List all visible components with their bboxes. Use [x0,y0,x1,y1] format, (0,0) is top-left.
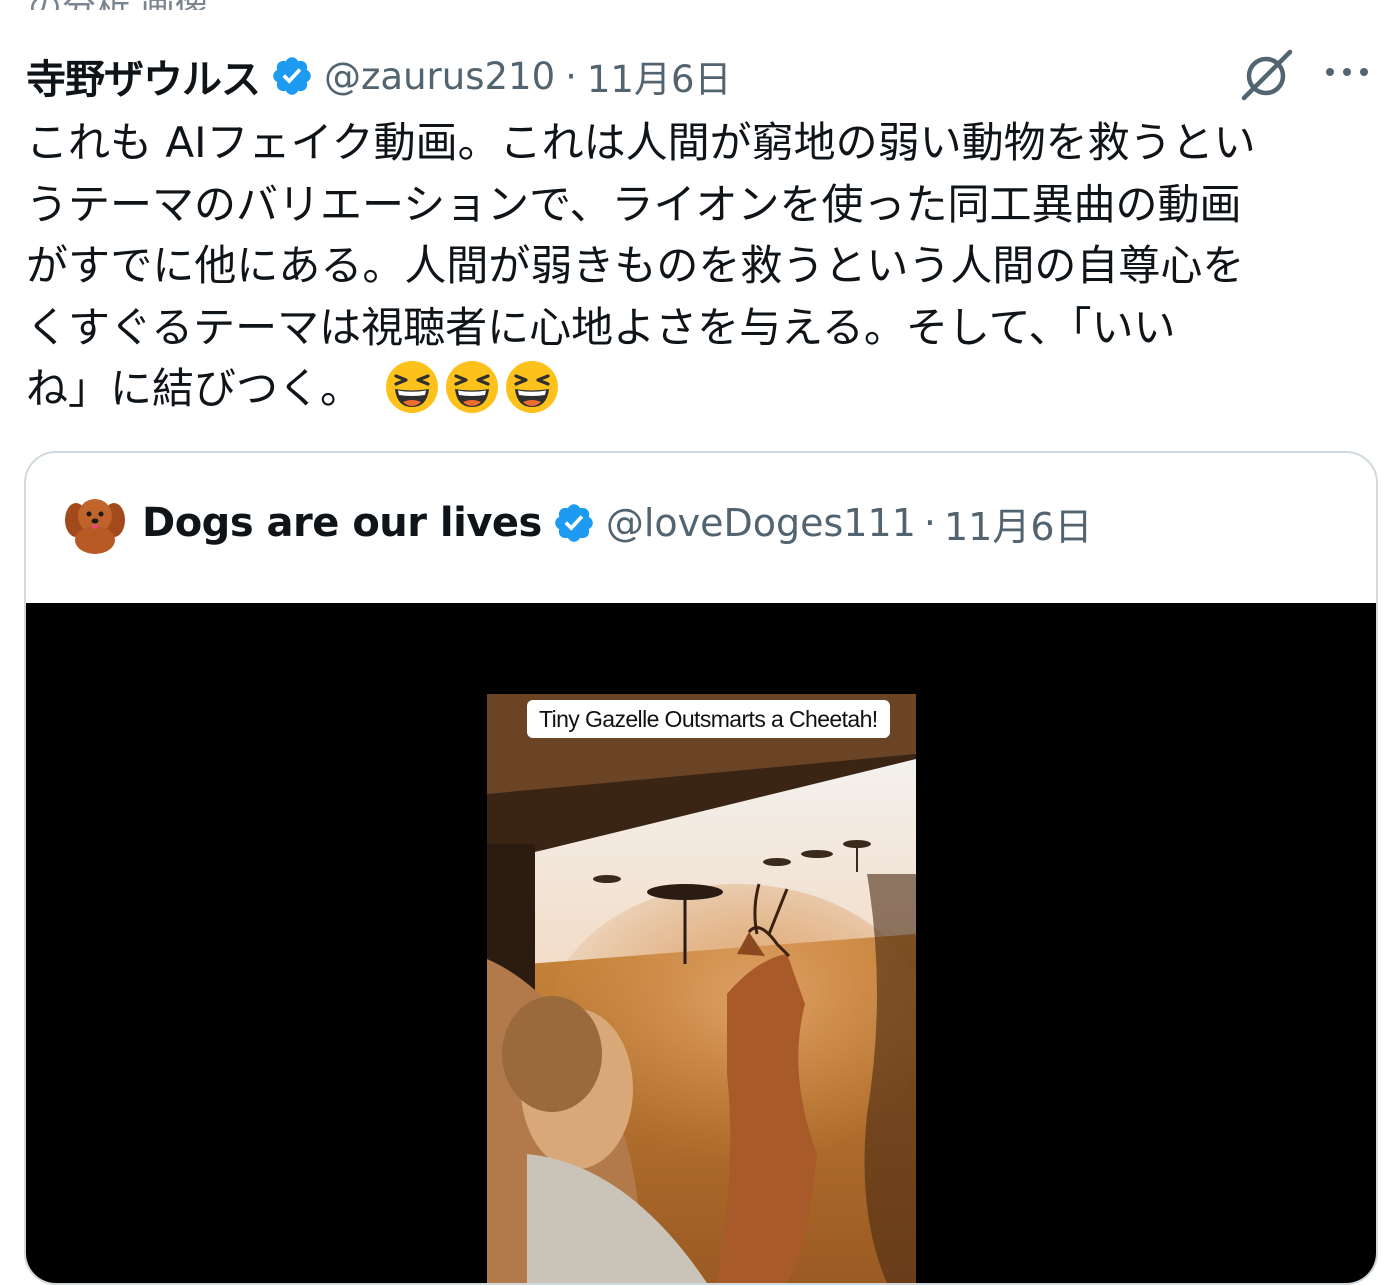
video-player[interactable]: Tiny Gazelle Outsmarts a Cheetah! [26,603,1376,1283]
tweet-header: 寺野ザウルス @zaurus210 · 11月6日 [26,48,732,104]
grok-icon[interactable] [1240,46,1296,102]
video-frame[interactable]: Tiny Gazelle Outsmarts a Cheetah! [487,694,916,1283]
avatar[interactable] [60,488,130,558]
verified-badge-icon[interactable] [270,54,314,98]
quoted-tweet-card[interactable]: Dogs are our lives @loveDoges111 · 11月6日 [24,451,1378,1285]
tweet-text: これも AIフェイク動画。これは人間が窮地の弱い動物を救うとい うテーマのバリエ… [26,112,1366,420]
previous-content-cutoff: の分析 画像 [0,0,1399,10]
cutoff-text: の分析 画像 [28,0,209,10]
separator-dot: · [923,501,936,545]
author-handle[interactable]: @zaurus210 [324,55,555,98]
author-name[interactable]: 寺野ザウルス [26,47,261,105]
tweet-text-line: くすぐるテーマは視聴者に心地よさを与える。そして、「いい [26,302,1176,352]
laughing-emoji-icon [504,359,560,415]
more-icon[interactable] [1322,60,1372,84]
tweet-text-last-line: ね」に結びつく。 [26,358,1366,420]
separator-dot: · [565,54,577,98]
tweet-text-line: うテーマのバリエーションで、ライオンを使った同工異曲の動画 [26,179,1242,229]
video-caption: Tiny Gazelle Outsmarts a Cheetah! [527,700,890,738]
quote-header: Dogs are our lives @loveDoges111 · 11月6日 [60,488,1093,558]
quote-author-name[interactable]: Dogs are our lives [142,500,542,546]
quote-date[interactable]: 11月6日 [944,496,1093,551]
laughing-emoji-icon [384,359,440,415]
laughing-emoji-icon [444,359,500,415]
tweet-text-line: これも AIフェイク動画。これは人間が窮地の弱い動物を救うとい [26,118,1256,167]
tweet-text-line: がすでに他にある。人間が弱きものを救うという人間の自尊心を [26,241,1245,290]
verified-badge-icon[interactable] [552,501,596,545]
tweet-date[interactable]: 11月6日 [587,49,732,103]
quote-author-handle[interactable]: @loveDoges111 [606,501,916,545]
tweet-text-line: ね」に結びつく。 [26,364,363,413]
